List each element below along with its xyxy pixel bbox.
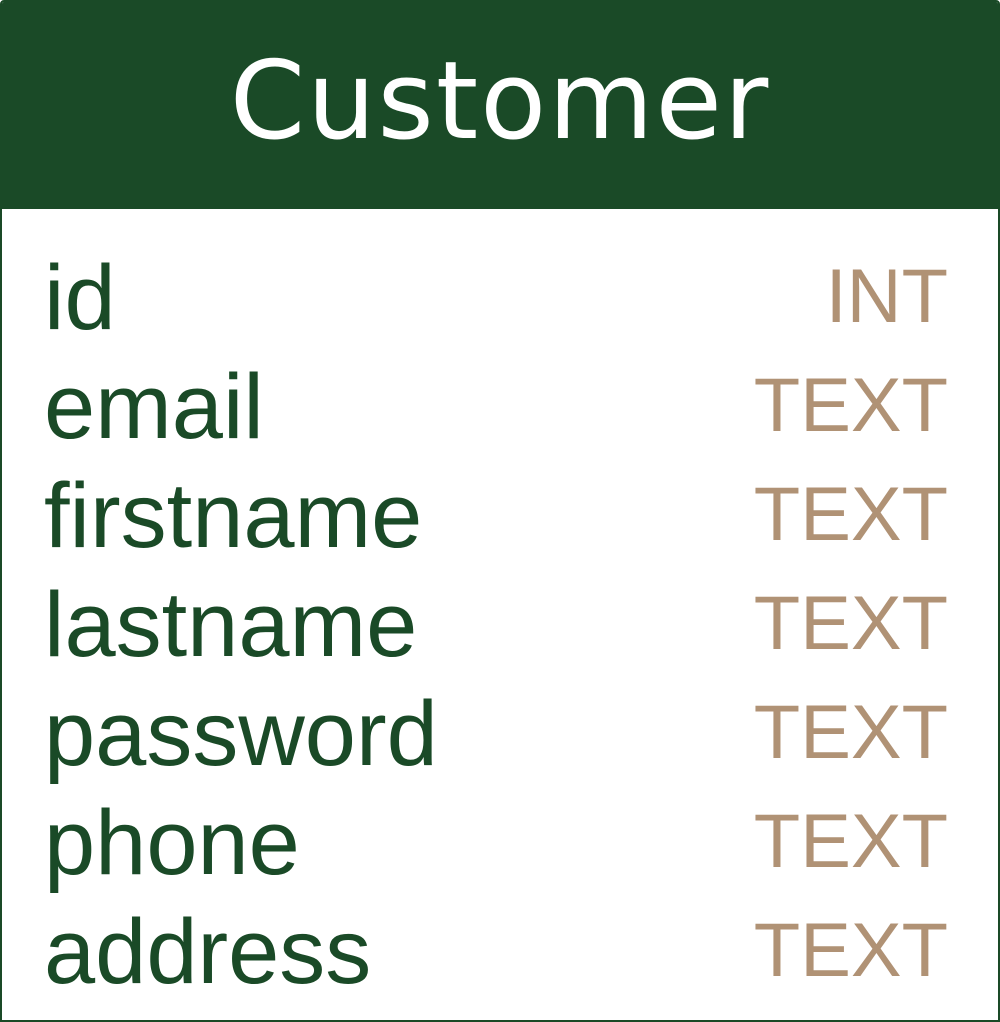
entity-title: Customer	[229, 38, 771, 164]
field-row-address: address TEXT	[2, 896, 998, 1005]
field-name: firstname	[44, 465, 423, 567]
field-row-lastname: lastname TEXT	[2, 569, 998, 678]
field-type: TEXT	[753, 363, 948, 448]
entity-table-customer: Customer id INT email TEXT firstname TEX…	[0, 0, 1000, 1022]
field-name: email	[44, 356, 264, 458]
field-type: TEXT	[753, 581, 948, 666]
field-type: TEXT	[753, 908, 948, 993]
field-name: lastname	[44, 574, 418, 676]
field-name: address	[44, 901, 372, 1003]
field-list: id INT email TEXT firstname TEXT lastnam…	[2, 242, 998, 1005]
field-row-firstname: firstname TEXT	[2, 460, 998, 569]
field-row-password: password TEXT	[2, 678, 998, 787]
field-row-phone: phone TEXT	[2, 787, 998, 896]
field-type: TEXT	[753, 690, 948, 775]
field-name: id	[44, 247, 116, 349]
field-row-id: id INT	[2, 242, 998, 351]
field-name: phone	[44, 792, 300, 894]
field-type: TEXT	[753, 472, 948, 557]
field-type: TEXT	[753, 799, 948, 884]
field-name: password	[44, 683, 438, 785]
field-row-email: email TEXT	[2, 351, 998, 460]
field-type: INT	[825, 254, 948, 339]
entity-header: Customer	[2, 2, 998, 209]
